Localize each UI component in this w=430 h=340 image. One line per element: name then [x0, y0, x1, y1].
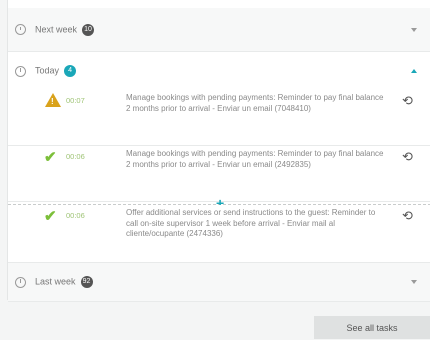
repeat-icon[interactable]: ⟲: [402, 93, 413, 109]
chevron-up-icon[interactable]: [411, 69, 417, 73]
see-all-tasks-button[interactable]: See all tasks: [314, 316, 430, 339]
task-row[interactable]: ✔ 00:06 Manage bookings with pending pay…: [8, 146, 430, 202]
clock-icon: [15, 276, 26, 288]
chevron-down-icon[interactable]: [411, 280, 417, 284]
check-icon: ✔: [44, 208, 57, 225]
task-time: 00:06: [66, 152, 85, 161]
group-label: Last week 92: [35, 276, 93, 288]
count-badge: 10: [82, 23, 95, 36]
repeat-icon[interactable]: ⟲: [402, 149, 413, 165]
count-badge: 4: [64, 65, 77, 77]
count-badge: 92: [80, 276, 93, 288]
group-today[interactable]: Today 4: [8, 52, 430, 90]
task-row[interactable]: ! 00:07 Manage bookings with pending pay…: [8, 90, 430, 146]
chevron-down-icon[interactable]: [411, 27, 417, 32]
check-icon: ✔: [44, 149, 57, 166]
task-description[interactable]: Offer additional services or send instru…: [126, 208, 388, 240]
group-title: Last week: [35, 276, 76, 287]
task-panel: Next week 10 Today 4 ! 00:07 Manage bookin…: [7, 0, 430, 302]
group-title: Next week: [35, 23, 78, 34]
clock-icon: [15, 24, 26, 35]
clock-icon: [15, 65, 26, 77]
task-row[interactable]: ✔ 00:06 Offer additional services or sen…: [8, 205, 430, 261]
group-next-week[interactable]: Next week 10: [8, 8, 430, 52]
group-label: Today 4: [35, 65, 77, 77]
task-description[interactable]: Manage bookings with pending payments: R…: [126, 93, 388, 114]
group-last-week[interactable]: Last week 92: [8, 262, 430, 302]
repeat-icon[interactable]: ⟲: [402, 208, 413, 224]
task-time: 00:07: [66, 96, 85, 105]
group-title: Today: [35, 65, 60, 76]
task-description[interactable]: Manage bookings with pending payments: R…: [126, 149, 388, 170]
task-time: 00:06: [66, 211, 85, 220]
group-label: Next week 10: [35, 23, 95, 36]
warning-mark: !: [51, 97, 54, 106]
